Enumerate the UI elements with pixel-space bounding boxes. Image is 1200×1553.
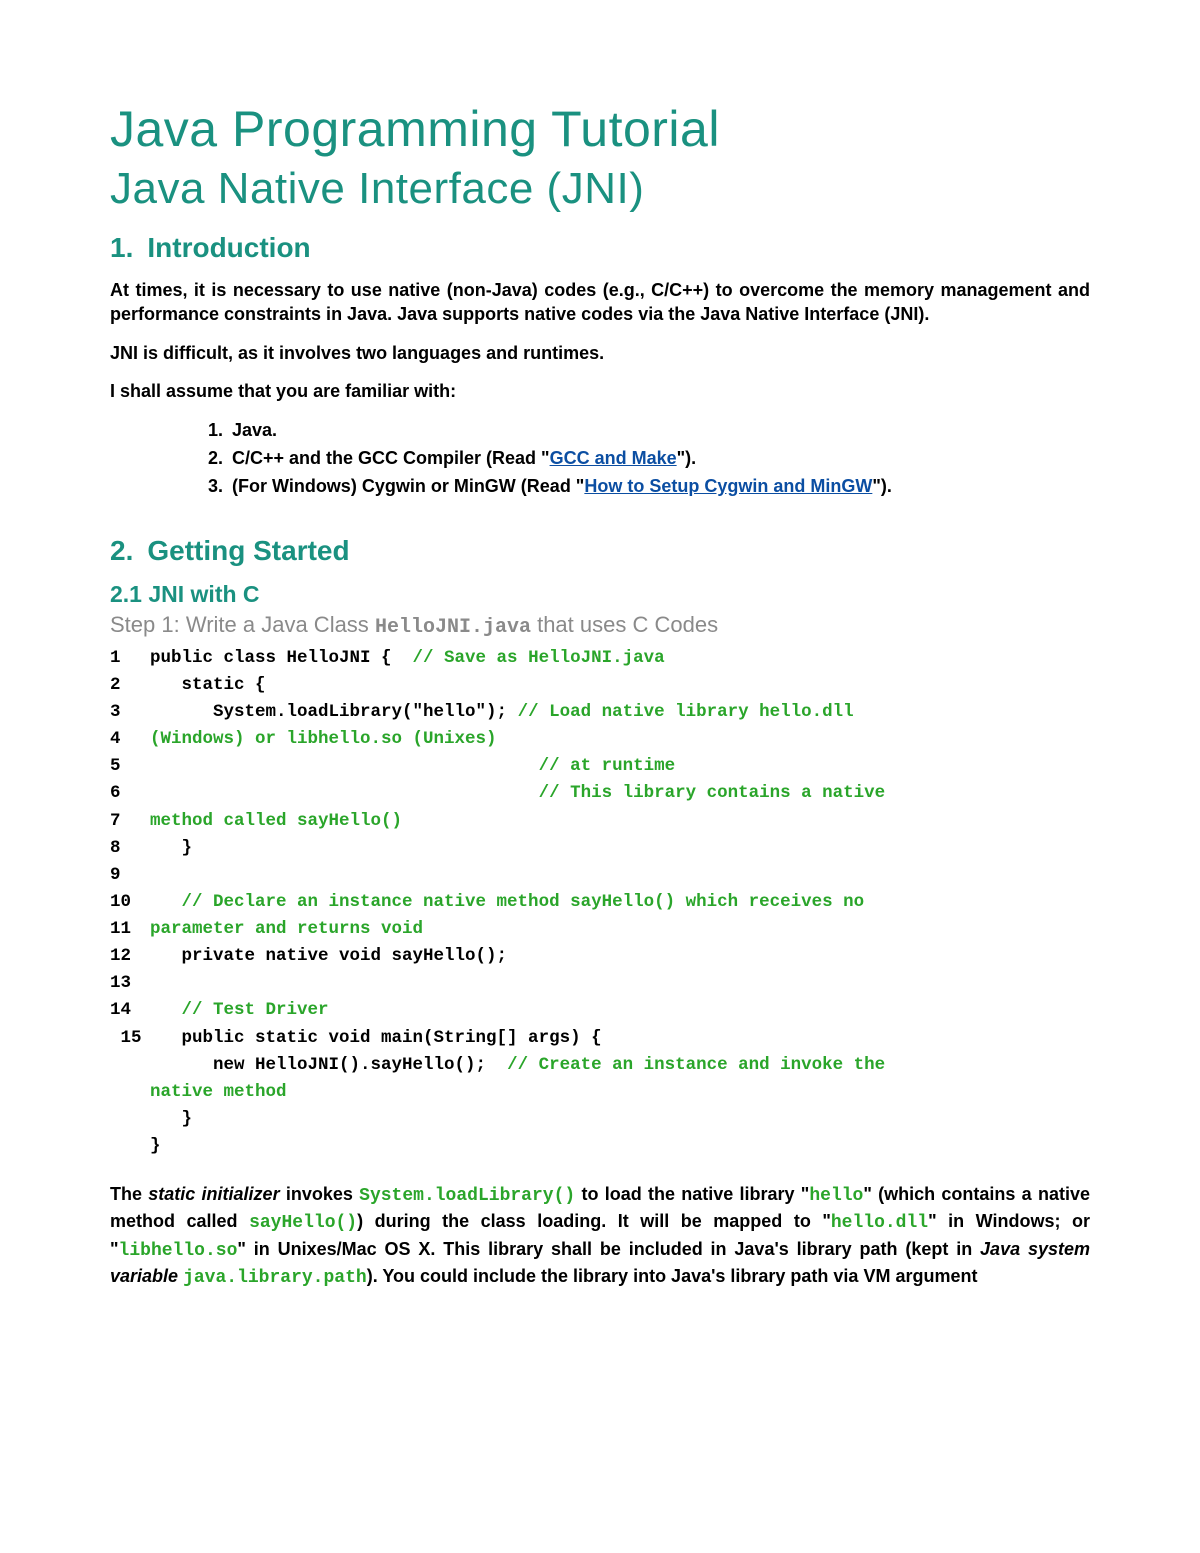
page-title: Java Programming Tutorial xyxy=(110,100,1090,158)
link-gcc-make[interactable]: GCC and Make xyxy=(550,448,677,468)
code-block: 1public class HelloJNI { // Save as Hell… xyxy=(110,645,1090,1160)
link-cygwin-mingw[interactable]: How to Setup Cygwin and MinGW xyxy=(584,476,872,496)
list-item: C/C++ and the GCC Compiler (Read "GCC an… xyxy=(228,445,1090,473)
section-label: Getting Started xyxy=(147,535,349,566)
prerequisite-list: Java. C/C++ and the GCC Compiler (Read "… xyxy=(110,417,1090,501)
section-number: 2. xyxy=(110,535,133,566)
explanation-paragraph: The static initializer invokes System.lo… xyxy=(110,1182,1090,1291)
subsection-jni-with-c: 2.1 JNI with C xyxy=(110,581,1090,608)
page-subtitle: Java Native Interface (JNI) xyxy=(110,164,1090,214)
section-getting-started: 2. Getting Started xyxy=(110,535,1090,567)
list-item: Java. xyxy=(228,417,1090,445)
intro-paragraph-3: I shall assume that you are familiar wit… xyxy=(110,379,1090,403)
section-number: 1. xyxy=(110,232,133,263)
intro-paragraph-2: JNI is difficult, as it involves two lan… xyxy=(110,341,1090,365)
list-item: (For Windows) Cygwin or MinGW (Read "How… xyxy=(228,473,1090,501)
intro-paragraph-1: At times, it is necessary to use native … xyxy=(110,278,1090,327)
section-introduction: 1. Introduction xyxy=(110,232,1090,264)
step-1-heading: Step 1: Write a Java Class HelloJNI.java… xyxy=(110,612,1090,639)
section-label: Introduction xyxy=(147,232,310,263)
